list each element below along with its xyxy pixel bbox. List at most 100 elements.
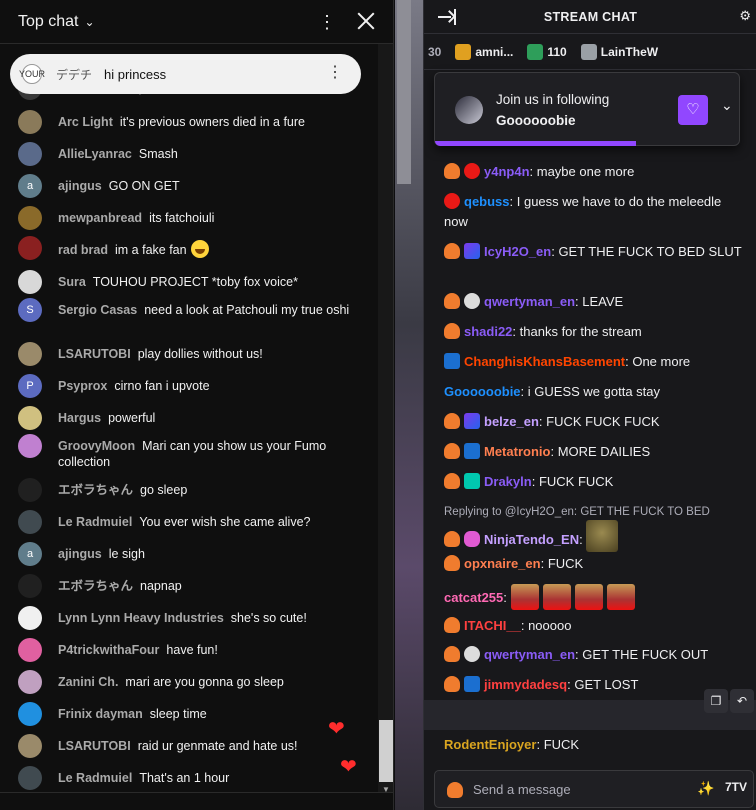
author-name[interactable]: Psyprox (58, 379, 107, 393)
emote-icon[interactable] (586, 520, 619, 552)
chat-input[interactable] (473, 778, 673, 800)
emote-icon[interactable] (542, 584, 571, 610)
follow-prompt[interactable]: Join us in following Goooooobie ♡ ⌄ (434, 72, 740, 146)
author-name[interactable]: Frinix dayman (58, 707, 143, 721)
chatter-name[interactable]: IcyH2O_en (484, 244, 551, 259)
heart-badge-icon[interactable] (444, 193, 460, 209)
table-row[interactable]: y4np4n: maybe one more (444, 162, 744, 182)
chatter-name[interactable]: catcat255 (444, 590, 503, 605)
table-row[interactable]: IcyH2O_en: GET THE FUCK TO BED SLUT (444, 242, 744, 262)
table-row[interactable]: Drakyln: FUCK FUCK (444, 472, 744, 492)
avatar[interactable] (18, 638, 42, 662)
author-name[interactable]: LSARUTOBI (58, 347, 131, 361)
author-name[interactable]: Sura (58, 275, 86, 289)
crown-badge-icon[interactable] (444, 353, 460, 369)
chatter-name[interactable]: y4np4n (484, 164, 530, 179)
avatar[interactable] (18, 110, 42, 134)
close-icon[interactable] (354, 8, 378, 36)
author-name[interactable]: Le Radmuiel (58, 771, 132, 785)
avatar[interactable]: a (18, 542, 42, 566)
chatter-name[interactable]: shadi22 (464, 324, 512, 339)
table-row[interactable]: qwertyman_en: GET THE FUCK OUT (444, 645, 744, 665)
author-name[interactable]: Lynn Lynn Heavy Industries (58, 611, 224, 625)
heart-badge-icon[interactable] (464, 163, 480, 179)
avatar[interactable] (18, 478, 42, 502)
author-name[interactable]: ajingus (58, 547, 102, 561)
chatter-name[interactable]: ChanghisKhansBasement (464, 354, 625, 369)
list-item[interactable]: Hargus powerful (18, 406, 368, 430)
table-row[interactable]: belze_en: FUCK FUCK FUCK (444, 412, 744, 432)
avatar[interactable]: a (18, 174, 42, 198)
badge-icon[interactable] (447, 782, 463, 798)
table-row[interactable]: Goooooobie: i GUESS we gotta stay (444, 382, 744, 402)
copy-icon[interactable]: ❐ (704, 689, 728, 713)
chatter-name[interactable]: RodentEnjoyer (444, 737, 536, 752)
fox-badge-icon[interactable] (444, 555, 460, 571)
list-item[interactable]: LSARUTOBI play dollies without us! (18, 342, 368, 366)
table-row[interactable]: shadi22: thanks for the stream (444, 322, 744, 342)
emote-picker-icon[interactable]: 7TV (725, 780, 747, 794)
list-item[interactable]: Le Radmuiel You ever wish she came alive? (18, 510, 368, 534)
list-item[interactable]: Le Radmuiel That's an 1 hour (18, 766, 368, 790)
gift-leaderboard[interactable]: 30 amni... 110 LainTheW (424, 34, 756, 70)
table-row[interactable]: qebuss: I guess we have to do the meleed… (444, 192, 744, 232)
bot-badge-icon[interactable] (464, 293, 480, 309)
chatter-name[interactable]: Metatronio (484, 444, 550, 459)
list-item[interactable]: Frinix dayman sleep time (18, 702, 368, 726)
sub-badge-icon[interactable] (464, 413, 480, 429)
sub-badge-icon[interactable] (464, 243, 480, 259)
pink-badge-icon[interactable] (464, 531, 480, 547)
author-name[interactable]: Sergio Casas (58, 303, 137, 317)
gem-badge-icon[interactable] (464, 473, 480, 489)
fox-badge-icon[interactable] (444, 676, 460, 692)
table-row[interactable]: ITACHI__: nooooo (444, 616, 744, 636)
author-name[interactable]: ajingus (58, 179, 102, 193)
fox-badge-icon[interactable] (444, 243, 460, 259)
author-name[interactable]: GroovyMoon (58, 439, 135, 453)
avatar[interactable] (18, 236, 42, 260)
chevron-down-icon[interactable]: ⌄ (721, 97, 733, 114)
avatar[interactable] (18, 270, 42, 294)
list-item[interactable]: AllieLyanrac Smash (18, 142, 368, 166)
list-item[interactable]: エボラちゃん go sleep (18, 478, 368, 502)
fox-badge-icon[interactable] (444, 293, 460, 309)
author-name[interactable]: Hargus (58, 411, 101, 425)
list-item[interactable]: Zanini Ch. mari are you gonna go sleep (18, 670, 368, 694)
effects-icon[interactable]: ✨ (697, 780, 714, 797)
author-name[interactable]: Le Radmuiel (58, 515, 132, 529)
fox-badge-icon[interactable] (444, 323, 460, 339)
more-options-icon[interactable]: ⋮ (318, 10, 336, 34)
chevron-down-icon[interactable]: ⌄ (84, 15, 94, 29)
chatter-name[interactable]: Goooooobie (444, 384, 521, 399)
avatar[interactable] (18, 606, 42, 630)
fox-badge-icon[interactable] (444, 163, 460, 179)
list-item[interactable]: S Sergio Casas need a look at Patchouli my… (18, 298, 368, 322)
list-item[interactable]: Sura TOUHOU PROJECT *toby fox voice* (18, 270, 368, 294)
author-name[interactable]: P4trickwithaFour (58, 643, 159, 657)
avatar[interactable] (18, 142, 42, 166)
author-name[interactable]: エボラちゃん (58, 483, 133, 497)
avatar[interactable] (18, 702, 42, 726)
list-item[interactable]: Arc Light it's previous owners died in a … (18, 110, 368, 134)
emote-icon[interactable] (606, 584, 635, 610)
table-row[interactable]: qwertyman_en: LEAVE (444, 292, 744, 312)
author-name[interactable]: rad brad (58, 243, 108, 257)
list-item[interactable]: a ajingus le sigh (18, 542, 368, 566)
chatter-name[interactable]: ITACHI__ (464, 618, 521, 633)
avatar[interactable] (18, 670, 42, 694)
fox-badge-icon[interactable] (444, 443, 460, 459)
avatar[interactable] (18, 766, 42, 790)
pinned-message[interactable]: YOUR デデチ hi princess ⋮ (10, 54, 361, 94)
table-row[interactable]: NinjaTendo_EN: (444, 520, 744, 552)
list-item[interactable]: エボラちゃん napnap (18, 574, 368, 598)
table-row[interactable]: jimmydadesq: GET LOST (444, 675, 744, 695)
avatar[interactable] (18, 574, 42, 598)
avatar[interactable] (18, 734, 42, 758)
avatar[interactable] (18, 406, 42, 430)
community-icon[interactable]: ⚙ (739, 8, 751, 24)
follow-heart-button[interactable]: ♡ (678, 95, 708, 125)
table-row[interactable]: RodentEnjoyer: FUCK (444, 735, 744, 755)
fox-badge-icon[interactable] (444, 473, 460, 489)
collapse-chat-icon[interactable] (438, 8, 458, 26)
author-name[interactable]: Zanini Ch. (58, 675, 118, 689)
